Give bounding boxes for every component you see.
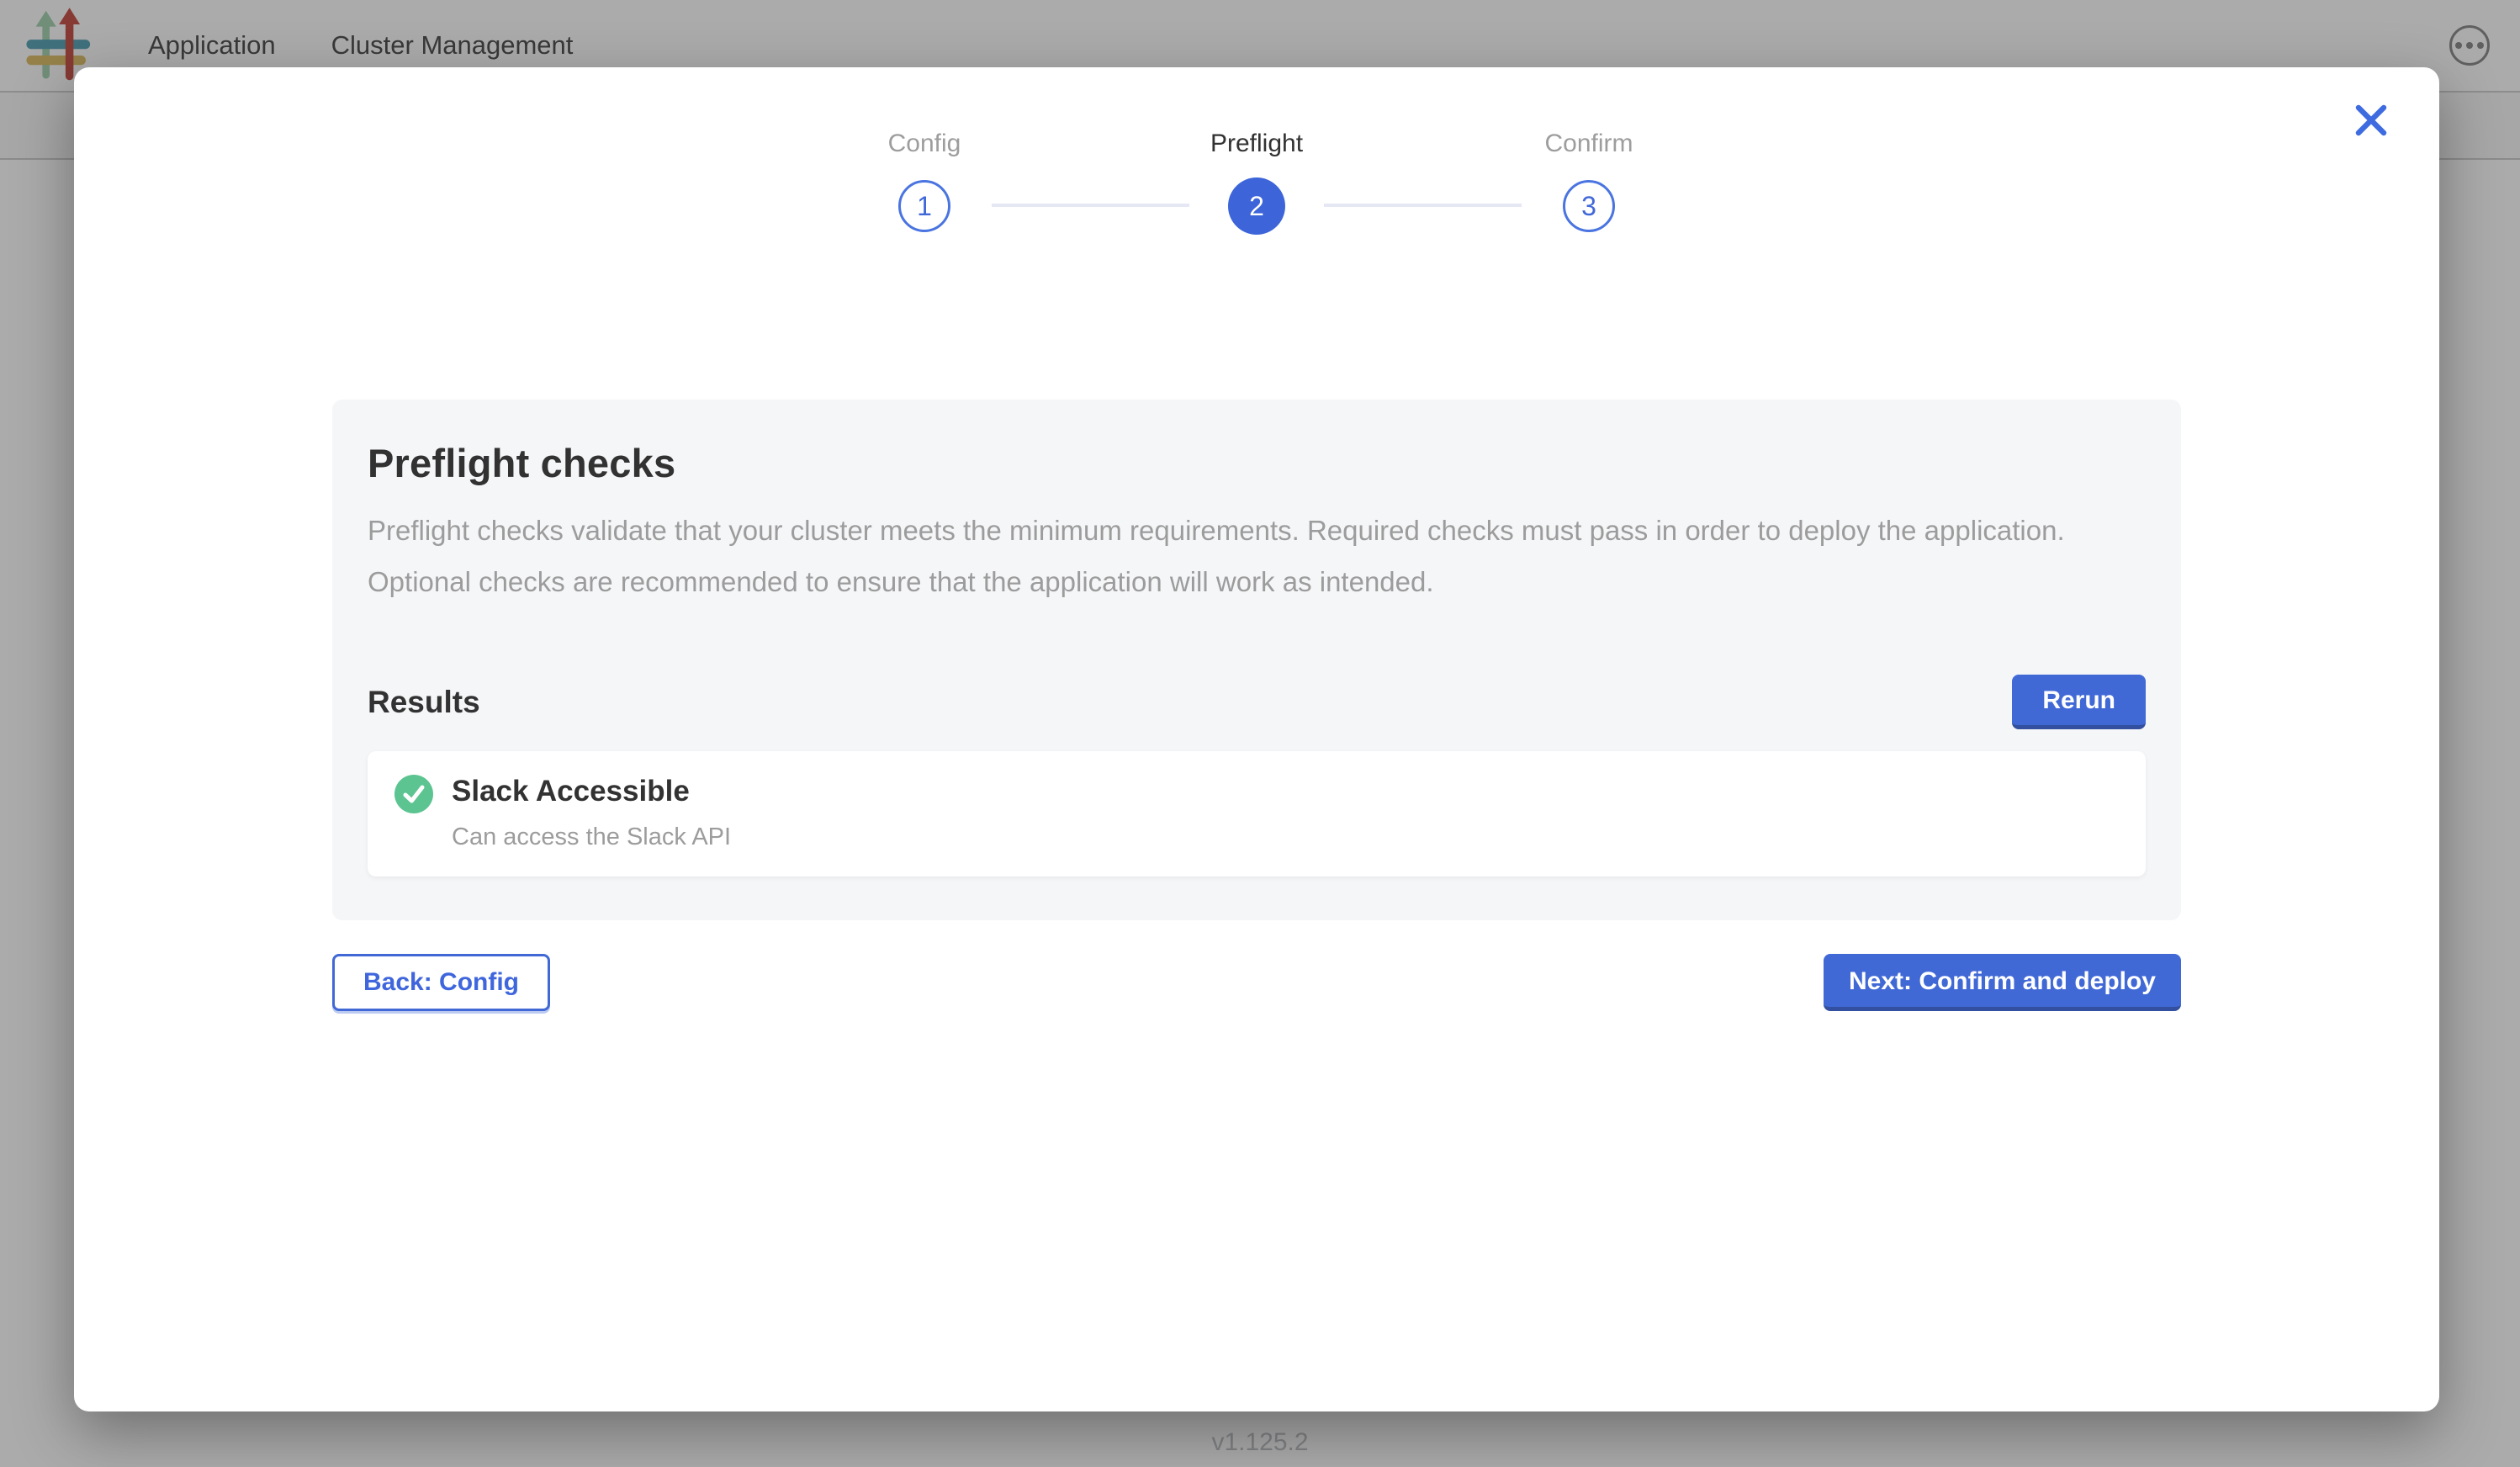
close-icon[interactable]	[2347, 96, 2396, 147]
check-texts: Slack Accessible Can access the Slack AP…	[452, 773, 731, 851]
step-circle: 3	[1563, 180, 1615, 232]
results-heading: Results	[368, 685, 480, 720]
rerun-button[interactable]: Rerun	[2012, 675, 2146, 729]
check-detail: Can access the Slack API	[452, 824, 731, 851]
preflight-card: Preflight checks Preflight checks valida…	[332, 400, 2181, 920]
step-label: Config	[888, 128, 961, 160]
stepper: Config 1 Preflight 2 Confirm 3	[74, 67, 2439, 235]
results-header: Results Rerun	[368, 675, 2146, 729]
step-circle: 1	[898, 180, 950, 232]
check-name: Slack Accessible	[452, 775, 731, 808]
step-label: Preflight	[1210, 128, 1303, 160]
preflight-modal: Config 1 Preflight 2 Confirm 3 Preflight…	[74, 67, 2439, 1411]
card-title: Preflight checks	[368, 440, 2146, 486]
step-label: Confirm	[1544, 128, 1633, 160]
check-result-row: Slack Accessible Can access the Slack AP…	[368, 751, 2146, 876]
check-pass-icon	[394, 775, 433, 813]
modal-actions: Back: Config Next: Confirm and deploy	[332, 954, 2181, 1011]
back-button[interactable]: Back: Config	[332, 954, 550, 1011]
stepper-connector	[1324, 204, 1522, 207]
screen: Application Cluster Management v1.125.2 …	[0, 0, 2520, 1467]
step-config[interactable]: Config 1	[857, 128, 992, 235]
next-button[interactable]: Next: Confirm and deploy	[1824, 954, 2181, 1011]
step-confirm[interactable]: Confirm 3	[1522, 128, 1656, 235]
card-description: Preflight checks validate that your clus…	[368, 505, 2117, 607]
step-preflight[interactable]: Preflight 2	[1189, 128, 1324, 235]
stepper-connector	[992, 204, 1189, 207]
step-circle: 2	[1228, 177, 1285, 235]
